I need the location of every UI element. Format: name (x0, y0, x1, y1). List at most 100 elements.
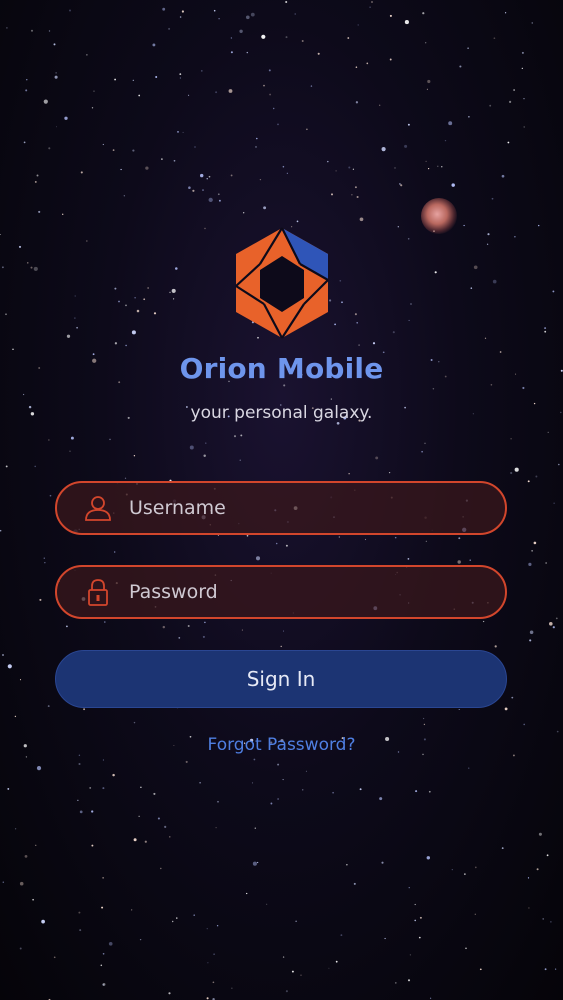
star (429, 997, 432, 999)
star (558, 463, 560, 466)
star (185, 760, 188, 763)
star (379, 797, 383, 801)
star (375, 456, 379, 460)
star (358, 344, 360, 346)
forgot-password-link[interactable]: Forgot Password? (0, 735, 563, 755)
star (414, 903, 416, 906)
star (114, 342, 118, 345)
star (425, 42, 427, 44)
star (317, 52, 320, 55)
star (410, 303, 412, 305)
password-field[interactable] (55, 565, 507, 619)
star (473, 265, 478, 270)
star (169, 291, 171, 294)
star (425, 540, 427, 542)
star (507, 141, 510, 144)
star (152, 43, 156, 47)
star (199, 782, 201, 784)
star (161, 158, 163, 160)
star (162, 625, 166, 629)
star (263, 84, 265, 87)
star (451, 183, 455, 187)
star (22, 393, 25, 396)
star (306, 128, 308, 131)
star (171, 288, 176, 293)
star (206, 997, 209, 1000)
star (513, 89, 515, 91)
star (272, 107, 275, 110)
star (418, 936, 421, 939)
username-field[interactable] (55, 481, 507, 535)
username-input[interactable] (127, 487, 505, 529)
star (341, 301, 343, 304)
star (531, 22, 533, 24)
star (366, 62, 369, 65)
star (277, 123, 279, 126)
star (118, 300, 120, 303)
star (353, 882, 356, 885)
star (102, 143, 104, 146)
star (230, 51, 233, 54)
sign-in-button[interactable]: Sign In (55, 650, 507, 708)
star (246, 892, 248, 895)
star (521, 51, 524, 54)
star (464, 873, 466, 875)
star (504, 707, 508, 711)
star (83, 708, 86, 711)
star (86, 54, 88, 56)
star (109, 438, 111, 441)
star (91, 810, 94, 813)
star (474, 913, 476, 915)
star (555, 617, 558, 620)
star (164, 825, 167, 828)
star (14, 828, 17, 830)
star (266, 903, 268, 905)
star (346, 864, 348, 866)
star (254, 827, 256, 829)
star (168, 27, 171, 30)
star (79, 929, 82, 932)
star (177, 131, 179, 133)
star (270, 802, 273, 805)
star (434, 271, 437, 274)
star (212, 981, 215, 984)
star (544, 968, 547, 971)
star (47, 705, 50, 708)
password-input[interactable] (127, 571, 505, 613)
star (408, 319, 410, 321)
star (351, 194, 353, 196)
star (263, 206, 267, 210)
star (86, 240, 88, 242)
star (172, 298, 175, 300)
star (338, 536, 340, 538)
star (468, 116, 470, 118)
star (213, 9, 216, 12)
star (104, 621, 106, 623)
star (36, 174, 39, 177)
star (535, 475, 538, 478)
star (294, 13, 296, 15)
star (310, 85, 313, 87)
star (206, 178, 208, 180)
star (553, 502, 555, 504)
star (246, 534, 249, 537)
star (448, 121, 453, 126)
star (23, 141, 26, 144)
star (34, 465, 36, 468)
star (38, 210, 41, 213)
star (282, 165, 285, 168)
star (231, 987, 233, 989)
star (364, 538, 367, 541)
star (510, 438, 512, 440)
star (124, 477, 127, 479)
star (145, 166, 149, 170)
star (43, 99, 48, 104)
star (5, 465, 8, 468)
star (528, 907, 530, 909)
star (327, 160, 329, 163)
planet-decoration (421, 198, 457, 234)
star (70, 436, 74, 440)
star (200, 70, 203, 72)
star (114, 551, 116, 553)
star (207, 962, 209, 964)
